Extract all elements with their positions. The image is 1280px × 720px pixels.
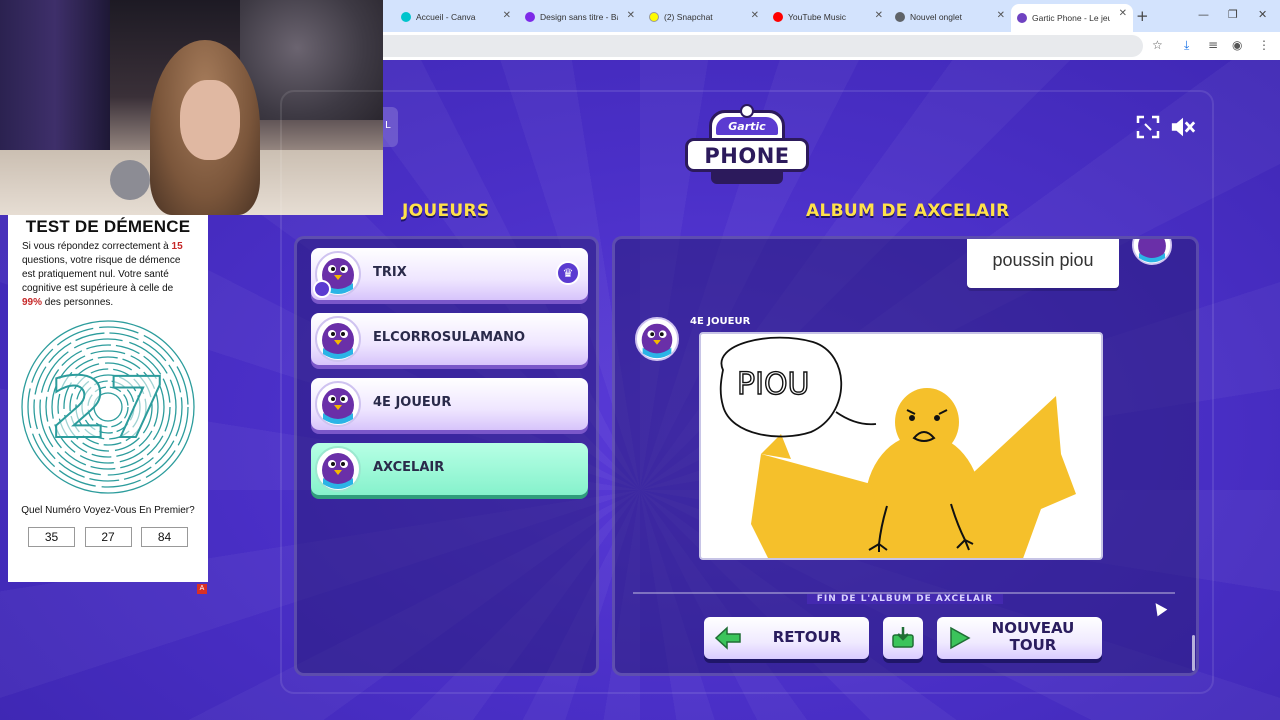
drawing-text: PIOU bbox=[737, 367, 810, 402]
players-panel: TRIX ♛ ELCORROSULAMANO 4E JOUEUR AXCELAI… bbox=[294, 236, 599, 676]
canva-favicon-icon bbox=[401, 12, 411, 22]
tab-title: YouTube Music bbox=[788, 12, 846, 22]
browser-tab-canva-design[interactable]: Design sans titre - Ba ✕ bbox=[519, 6, 641, 28]
maze-illustration: 27 bbox=[21, 320, 195, 494]
album-scrollbar[interactable] bbox=[1192, 635, 1195, 671]
browser-tab-canva-home[interactable]: Accueil - Canva ✕ bbox=[395, 6, 517, 28]
snapchat-favicon-icon bbox=[649, 12, 659, 22]
player-name: TRIX bbox=[373, 265, 407, 280]
adchoices-icon[interactable]: A bbox=[197, 584, 207, 594]
minimize-icon[interactable]: — bbox=[1198, 8, 1209, 21]
tab-close-icon[interactable]: ✕ bbox=[503, 10, 511, 21]
back-button[interactable]: RETOUR bbox=[704, 617, 869, 659]
download-album-button[interactable] bbox=[883, 617, 923, 659]
crown-icon: ♛ bbox=[556, 261, 580, 285]
ad-title: TEST DE DÉMENCE bbox=[25, 217, 191, 236]
logo-main-text: PHONE bbox=[704, 144, 790, 168]
browser-toolbar: ☆ ⤓ ≡ ◉ ⋮ bbox=[383, 32, 1280, 60]
bird-avatar-icon bbox=[315, 316, 361, 362]
tab-title: Gartic Phone - Le jeu bbox=[1032, 13, 1110, 23]
logo-bolt-icon bbox=[740, 104, 754, 118]
tab-close-icon[interactable]: ✕ bbox=[875, 10, 883, 21]
bird-avatar-icon bbox=[315, 446, 361, 492]
media-control-icon[interactable]: ≡ bbox=[1208, 38, 1218, 52]
tab-title: Design sans titre - Ba bbox=[540, 12, 618, 22]
fullscreen-icon[interactable] bbox=[1135, 114, 1161, 140]
ad-question: Quel Numéro Voyez-Vous En Premier? bbox=[21, 505, 195, 516]
drawing-canvas: PIOU bbox=[699, 332, 1103, 560]
gartic-phone-logo: Gartic PHONE bbox=[683, 104, 811, 186]
maze-number: 27 bbox=[50, 359, 167, 457]
new-round-button-label: NOUVEAU TOUR bbox=[991, 619, 1075, 654]
player-card-trix[interactable]: TRIX ♛ bbox=[311, 248, 588, 300]
tab-title: Nouvel onglet bbox=[910, 12, 962, 22]
host-badge-icon bbox=[313, 280, 331, 298]
previous-guess-bubble: poussin piou bbox=[967, 239, 1119, 288]
mute-icon[interactable] bbox=[1170, 114, 1196, 140]
dementia-test-ad[interactable]: TEST DE DÉMENCE Si vous répondez correct… bbox=[8, 215, 208, 582]
chick-drawing: PIOU bbox=[719, 336, 1076, 558]
entry-author-name: 4E JOUEUR bbox=[690, 316, 751, 327]
bird-avatar-icon bbox=[1132, 239, 1172, 265]
ad-answer-option[interactable]: 27 bbox=[84, 527, 132, 547]
player-name: 4E JOUEUR bbox=[373, 395, 452, 410]
tab-title: Accueil - Canva bbox=[416, 12, 476, 22]
address-bar[interactable] bbox=[383, 35, 1143, 57]
tab-title: (2) Snapchat bbox=[664, 12, 713, 22]
extension-icon[interactable]: ◉ bbox=[1232, 38, 1242, 52]
browser-tab-youtube-music[interactable]: YouTube Music ✕ bbox=[767, 6, 889, 28]
album-title: ALBUM DE AXCELAIR bbox=[806, 201, 1010, 221]
back-button-label: RETOUR bbox=[772, 628, 842, 646]
browser-tab-snapchat[interactable]: (2) Snapchat ✕ bbox=[643, 6, 765, 28]
player-name: AXCELAIR bbox=[373, 460, 445, 475]
players-title: JOUEURS bbox=[402, 201, 490, 221]
bird-avatar-icon bbox=[635, 317, 679, 361]
album-panel[interactable]: poussin piou 4E JOUEUR PIOU FIN DE L'ALB… bbox=[612, 236, 1199, 676]
player-name: ELCORROSULAMANO bbox=[373, 330, 526, 345]
tab-close-icon[interactable]: ✕ bbox=[997, 10, 1005, 21]
new-tab-button[interactable]: + bbox=[1136, 7, 1149, 25]
webcam-microphone bbox=[110, 160, 150, 200]
ad-answer-option[interactable]: 35 bbox=[28, 527, 75, 547]
youtube-music-favicon-icon bbox=[773, 12, 783, 22]
browser-menu-icon[interactable]: ⋮ bbox=[1258, 38, 1270, 52]
bird-avatar-icon bbox=[315, 381, 361, 427]
player-card-elcorrosulamano[interactable]: ELCORROSULAMANO bbox=[311, 313, 588, 365]
logo-top-text: Gartic bbox=[728, 120, 766, 133]
canva-favicon-icon bbox=[525, 12, 535, 22]
ad-answer-option[interactable]: 84 bbox=[141, 527, 188, 547]
arrow-left-icon bbox=[714, 626, 741, 650]
restore-icon[interactable]: ❐ bbox=[1228, 8, 1238, 21]
browser-tab-bar: Accueil - Canva ✕ Design sans titre - Ba… bbox=[383, 0, 1280, 32]
tab-close-icon[interactable]: ✕ bbox=[751, 10, 759, 21]
browser-tab-gartic-phone[interactable]: Gartic Phone - Le jeu ✕ bbox=[1011, 4, 1133, 32]
ad-description: Si vous répondez correctement à 15 quest… bbox=[22, 241, 183, 308]
player-card-axcelair[interactable]: AXCELAIR bbox=[311, 443, 588, 495]
left-panel-tab[interactable]: L bbox=[383, 107, 398, 147]
tab-close-icon[interactable]: ✕ bbox=[1119, 8, 1127, 19]
new-round-button[interactable]: NOUVEAU TOUR bbox=[937, 617, 1102, 659]
chrome-favicon-icon bbox=[895, 12, 905, 22]
webcam-curtain bbox=[0, 0, 110, 160]
webcam-person-face bbox=[180, 80, 240, 160]
tab-close-icon[interactable]: ✕ bbox=[627, 10, 635, 21]
logo-foot bbox=[711, 170, 783, 184]
ad-answer-options: 35 27 84 bbox=[28, 527, 188, 547]
logo-plate: PHONE bbox=[685, 138, 809, 172]
gartic-favicon-icon bbox=[1017, 13, 1027, 23]
player-card-4e-joueur[interactable]: 4E JOUEUR bbox=[311, 378, 588, 430]
window-close-icon[interactable]: ✕ bbox=[1258, 8, 1267, 21]
download-icon[interactable]: ⤓ bbox=[1184, 38, 1189, 53]
bookmark-star-icon[interactable]: ☆ bbox=[1152, 38, 1163, 52]
browser-tab-new-tab[interactable]: Nouvel onglet ✕ bbox=[889, 6, 1011, 28]
play-icon bbox=[950, 626, 971, 650]
download-icon bbox=[892, 627, 914, 648]
album-end-label: FIN DE L'ALBUM DE AXCELAIR bbox=[806, 594, 1004, 604]
